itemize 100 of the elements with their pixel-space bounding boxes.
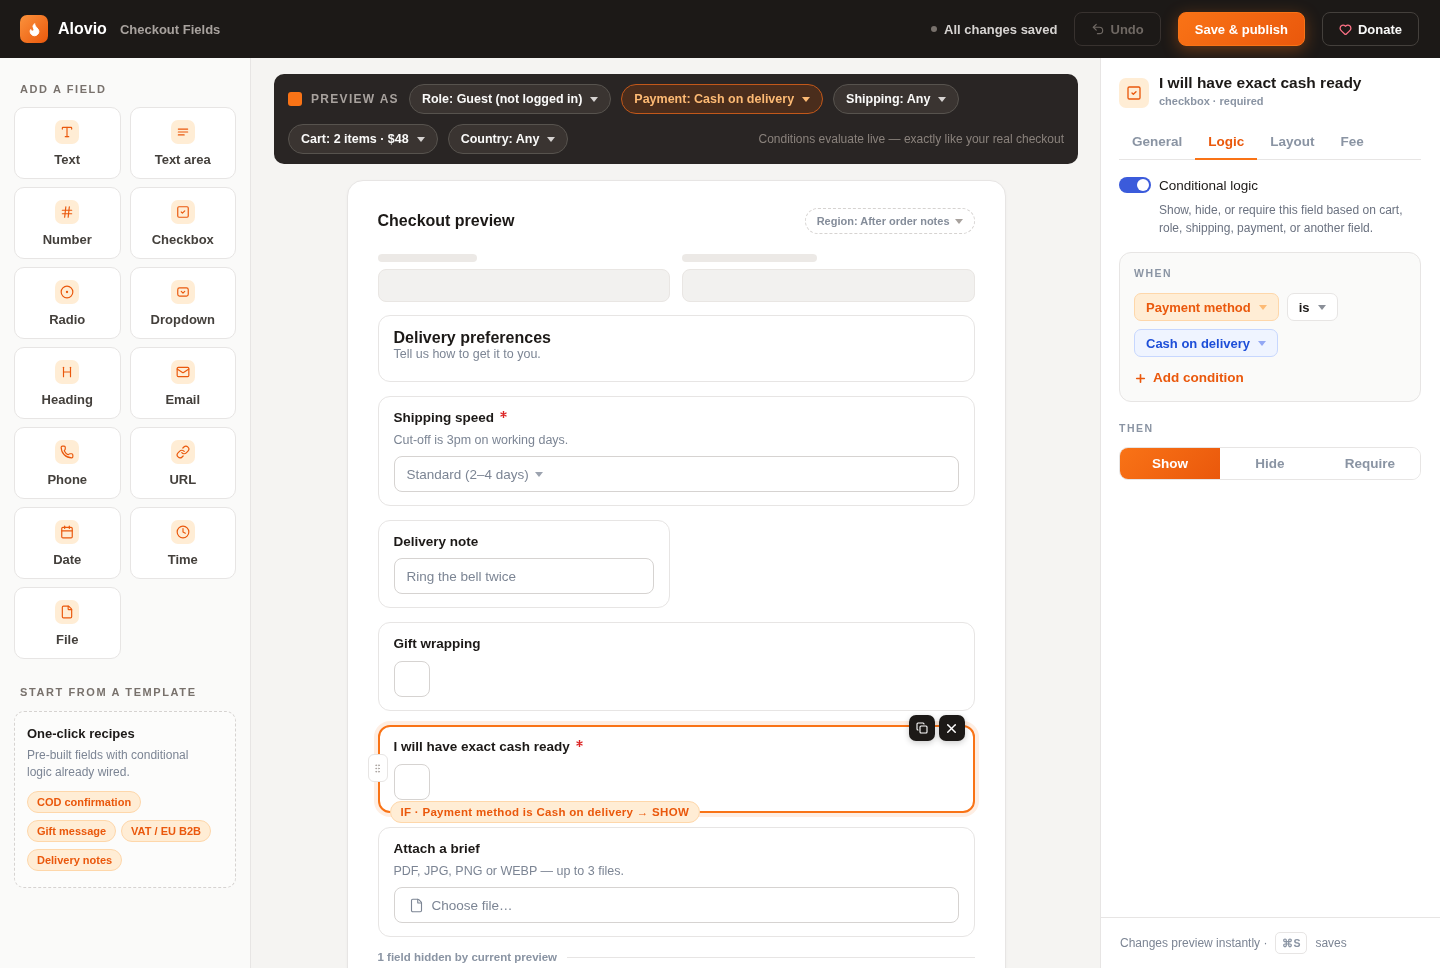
duplicate-button[interactable] (908, 715, 935, 741)
filter-dropdown[interactable]: Role: Guest (not logged in) (408, 84, 612, 114)
toggle-switch[interactable] (1119, 177, 1151, 193)
inspector-title: I will have exact cash ready (1159, 74, 1362, 92)
select-field[interactable]: Standard (2–4 days) (393, 456, 959, 492)
phone-icon (55, 440, 80, 464)
field-type-button[interactable]: Dropdown (129, 267, 236, 339)
section-heading: ADD A FIELD (20, 83, 108, 95)
letter-h-icon (55, 360, 80, 384)
checkbox[interactable] (393, 661, 430, 697)
shortcut-key: ⌘S (1275, 932, 1308, 954)
template-title: One-click recipes (27, 726, 136, 742)
heart-icon (1338, 22, 1352, 36)
preview-label: PREVIEW AS (311, 92, 399, 106)
link-icon (170, 440, 195, 464)
section-title: Delivery preferences (393, 329, 552, 347)
filter-dropdown[interactable]: Country: Any (447, 124, 569, 154)
field-type-button[interactable]: Checkbox (129, 187, 236, 259)
field-type-button[interactable]: Number (14, 187, 121, 259)
condition-summary: IF · Payment method is Cash on delivery → SHOW (389, 801, 701, 823)
page-title: Checkout Fields (119, 21, 221, 37)
caret-icon (938, 96, 947, 102)
help-text: PDF, JPG, PNG or WEBP — up to 3 files. (393, 863, 625, 879)
field-type-button[interactable]: Time (129, 507, 236, 579)
field-label: Delivery note (393, 534, 479, 550)
calendar-icon (55, 520, 80, 544)
caret-icon (547, 136, 556, 142)
filter-dropdown[interactable]: Payment: Cash on delivery (621, 84, 824, 114)
flame-logo-icon (20, 15, 48, 43)
field-card[interactable]: I will have exact cash ready IF · Payment method is Cash on delivery → SHOW (367, 715, 975, 823)
field-type-button[interactable]: Email (129, 347, 236, 419)
preview-note: Conditions evaluate live — exactly like your real checkout (758, 132, 1064, 146)
caret-icon (954, 218, 963, 224)
field-card[interactable]: Delivery note Ring the bell twice (377, 520, 670, 608)
radio-icon (55, 280, 80, 304)
field-card[interactable]: Shipping speed Cut-off is 3pm on working days. Standard (2–4 days) (377, 396, 975, 506)
inspector-subtitle: checkbox · required (1159, 95, 1265, 108)
caret-icon (416, 136, 425, 142)
required-asterisk-icon (575, 740, 583, 747)
file-icon (408, 897, 424, 913)
envelope-icon (170, 360, 195, 384)
save-status: All changes saved (944, 21, 1058, 37)
field-type-button[interactable]: Radio (14, 267, 121, 339)
section-card[interactable]: Delivery preferences Tell us how to get it to you. (377, 315, 975, 382)
card-title: Checkout preview (377, 212, 515, 230)
brand-name: Alovio (58, 20, 107, 38)
field-card[interactable]: Attach a brief PDF, JPG, PNG or WEBP — up to 3 files. Choose file… (377, 827, 975, 937)
caret-icon (1317, 304, 1326, 310)
footer-text: Changes preview instantly · (1120, 936, 1268, 950)
logic-description: Show, hide, or require this field based on cart, role, shipping, payment, or another field. (1158, 202, 1404, 237)
field-label: Attach a brief (393, 841, 480, 857)
field-label: I will have exact cash ready (393, 739, 570, 755)
drag-handle[interactable] (367, 754, 388, 782)
clock-icon (170, 520, 195, 544)
operator-dropdown[interactable]: is (1286, 293, 1338, 321)
checkbox-icon (1119, 78, 1149, 108)
copy-icon (915, 722, 928, 734)
field-type-button[interactable]: Phone (14, 427, 121, 499)
field-card[interactable]: Gift wrapping (377, 622, 975, 711)
checkbox-icon (170, 200, 195, 224)
plus-icon (1134, 371, 1147, 385)
field-type-button[interactable]: File (14, 587, 121, 659)
checkbox[interactable] (393, 764, 430, 800)
caret-icon (1258, 340, 1267, 346)
letter-t-icon (55, 120, 80, 144)
field-type-button[interactable]: Heading (14, 347, 121, 419)
hash-icon (55, 200, 80, 224)
grip-icon (372, 762, 383, 774)
donate-button[interactable]: Donate (1321, 12, 1419, 46)
field-type-button[interactable]: URL (129, 427, 236, 499)
lines-icon (170, 120, 195, 144)
toggle-label: Conditional logic (1159, 177, 1259, 193)
tab[interactable]: Logic (1195, 124, 1258, 160)
field-type-button[interactable]: Text area (129, 107, 236, 179)
caret-icon (590, 96, 599, 102)
field-type-button[interactable]: Date (14, 507, 121, 579)
file-input[interactable]: Choose file… (393, 887, 959, 923)
file-icon (55, 600, 80, 624)
caret-icon (802, 96, 811, 102)
dropdown-icon (170, 280, 195, 304)
caret-icon (1258, 304, 1267, 310)
remove-button[interactable] (938, 715, 965, 741)
filter-dropdown[interactable]: Shipping: Any (833, 84, 960, 114)
field-label: Gift wrapping (393, 636, 481, 652)
text-input[interactable]: Ring the bell twice (393, 558, 654, 594)
field-label: Shipping speed (393, 410, 494, 426)
status-dot-icon (931, 26, 938, 32)
field-type-button[interactable]: Text (14, 107, 121, 179)
when-heading: WHEN (1134, 267, 1174, 280)
then-heading: THEN (1119, 422, 1155, 435)
filter-dropdown[interactable]: Cart: 2 items · $48 (288, 124, 438, 154)
footer-text: saves (1315, 936, 1347, 950)
hidden-fields-note: 1 field hidden by current preview (377, 951, 558, 963)
section-description: Tell us how to get it to you. (393, 347, 542, 362)
template-description: Pre-built fields with conditional logic already wired. (27, 747, 190, 781)
caret-icon (534, 471, 543, 477)
undo-icon (1090, 22, 1105, 36)
value-dropdown[interactable]: Cash on delivery (1134, 329, 1279, 357)
section-heading: START FROM A TEMPLATE (20, 686, 198, 698)
square-icon (288, 92, 302, 106)
